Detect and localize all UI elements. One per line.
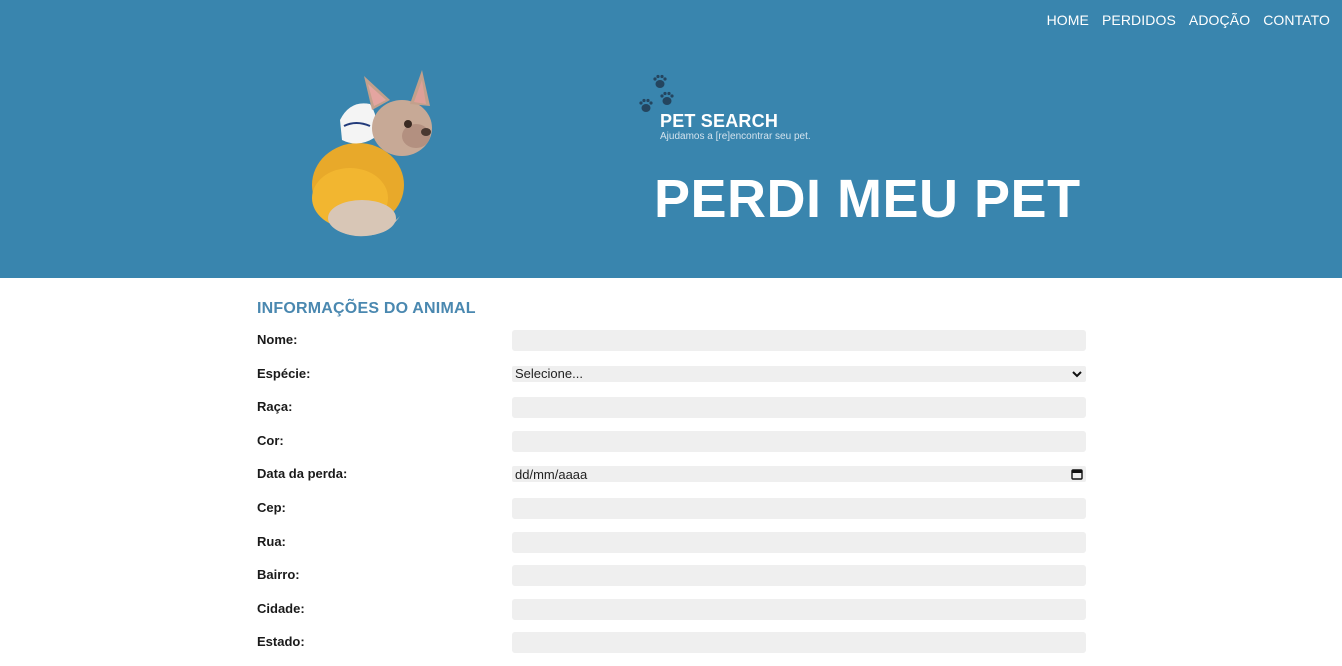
animal-info-form: INFORMAÇÕES DO ANIMAL Nome: Espécie: Sel… — [257, 300, 1087, 666]
date-placeholder: dd/mm/aaaa — [515, 466, 588, 482]
hero-banner: HOME PERDIDOS ADOÇÃO CONTATO PET SEARCH … — [0, 0, 1342, 278]
form-row-cep: Cep: — [257, 497, 1087, 532]
bairro-input[interactable] — [512, 565, 1086, 587]
nav-adocao-link[interactable]: ADOÇÃO — [1189, 12, 1250, 28]
raca-label: Raça: — [257, 399, 293, 415]
especie-select[interactable]: Selecione... — [512, 365, 1086, 382]
data-perda-date-input[interactable]: dd/mm/aaaa — [512, 466, 1086, 483]
cor-input[interactable] — [512, 430, 1086, 452]
brand-title: PET SEARCH — [660, 111, 779, 131]
form-row-especie: Espécie: Selecione... — [257, 364, 1087, 398]
rua-input[interactable] — [512, 531, 1086, 553]
brand-subtitle: Ajudamos a [re]encontrar seu pet. — [660, 131, 811, 142]
form-row-rua: Rua: — [257, 531, 1087, 566]
form-row-cor: Cor: — [257, 430, 1087, 465]
form-row-data: Data da perda: dd/mm/aaaa — [257, 464, 1087, 498]
brand: PET SEARCH Ajudamos a [re]encontrar seu … — [660, 111, 811, 142]
dog-image — [312, 70, 432, 237]
data-label: Data da perda: — [257, 466, 348, 482]
nav-contato-link[interactable]: CONTATO — [1263, 12, 1330, 28]
nome-input[interactable] — [512, 330, 1086, 351]
nav-home-link[interactable]: HOME — [1047, 12, 1089, 28]
raca-input[interactable] — [512, 397, 1086, 419]
rua-label: Rua: — [257, 533, 286, 549]
section-title: INFORMAÇÕES DO ANIMAL — [257, 300, 476, 317]
form-row-cidade: Cidade: — [257, 598, 1087, 633]
nav-perdidos-link[interactable]: PERDIDOS — [1102, 12, 1176, 28]
cidade-label: Cidade: — [257, 600, 305, 616]
page-title: PERDI MEU PET — [654, 169, 1081, 229]
estado-input[interactable] — [512, 632, 1086, 654]
estado-label: Estado: — [257, 634, 305, 650]
form-row-bairro: Bairro: — [257, 565, 1087, 599]
paw-prints-icon — [639, 74, 674, 112]
especie-selected-value: Selecione... — [515, 366, 583, 382]
especie-label: Espécie: — [257, 365, 311, 381]
form-row-nome: Nome: — [257, 330, 1087, 364]
bairro-label: Bairro: — [257, 567, 300, 583]
cep-label: Cep: — [257, 499, 286, 515]
cor-label: Cor: — [257, 432, 284, 448]
calendar-icon[interactable] — [1071, 468, 1083, 481]
form-row-estado: Estado: — [257, 632, 1087, 666]
cidade-input[interactable] — [512, 598, 1086, 620]
nome-label: Nome: — [257, 332, 298, 347]
cep-input[interactable] — [512, 497, 1086, 519]
main-nav: HOME PERDIDOS ADOÇÃO CONTATO — [1047, 12, 1330, 28]
chevron-down-icon — [1072, 370, 1082, 378]
form-row-raca: Raça: — [257, 397, 1087, 431]
